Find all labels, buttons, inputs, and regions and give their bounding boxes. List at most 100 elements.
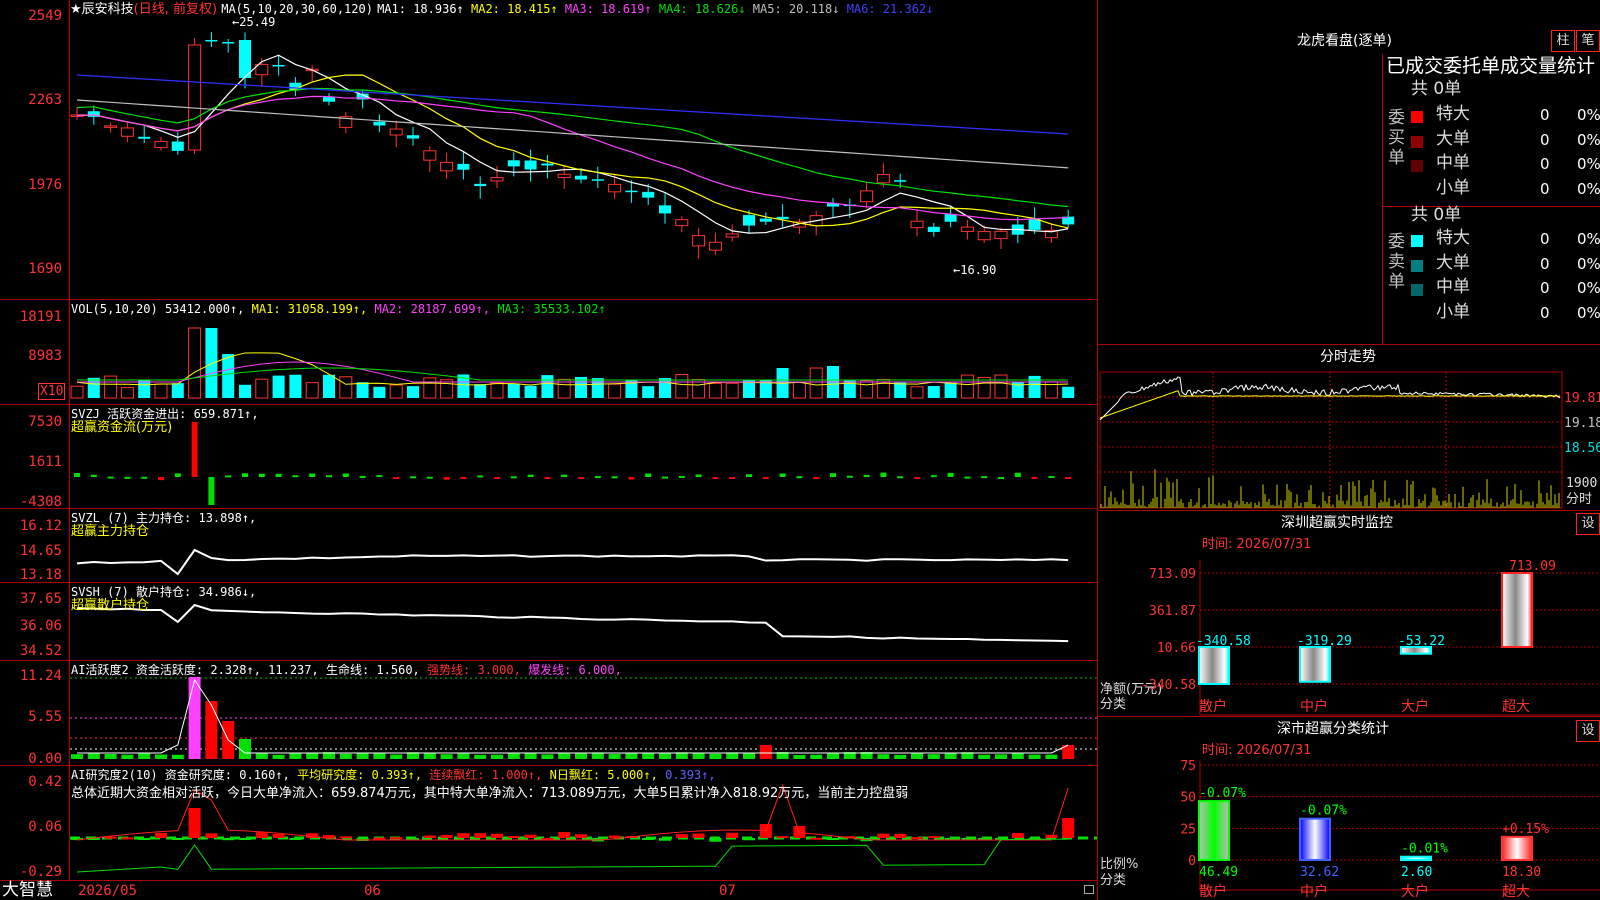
order-count: 0 [1540,179,1550,198]
buy-side-label: 委买单 [1388,108,1405,168]
order-size-swatch [1411,111,1423,123]
svzj-bar [964,476,971,479]
svzj-bar [729,477,736,479]
fenshi-axis-3: 18.56 [1564,441,1600,456]
volume-bar-down [524,385,537,398]
svzj-bar [393,477,400,480]
ai2-bar [524,834,537,838]
ai1-bar [171,754,184,759]
ai2-cont: 连续飘红: 1.000↑, [429,768,543,782]
svzj-bar [443,477,450,480]
volume-bar-down [138,380,151,398]
period-label[interactable]: (日线, 前复权) [134,2,217,17]
svzj-axis-2: 1611 [28,454,62,470]
tick-mode-button[interactable]: 笔 [1576,30,1600,52]
svzj-bar [477,475,484,478]
bar-mode-button[interactable]: 柱 [1551,30,1575,52]
volume-bar-up [255,378,269,399]
volume-bar-up [120,387,134,399]
classify-ylabel: 比例% [1100,857,1139,872]
vol-axis-2: 8983 [28,348,62,364]
volume-bar-down [659,378,671,398]
order-count: 0 [1540,130,1550,149]
svzj-bar [544,477,551,479]
ma1-line [76,54,1069,234]
order-size-swatch [1411,135,1423,148]
candle-down [642,191,655,198]
candle-up [389,128,403,136]
svzj-bar [998,476,1004,479]
svzj-bar [410,476,416,479]
chart-header: ★辰安科技(日线, 前复权) MA(5,10,20,30,60,120) MA1… [70,1,933,18]
ai2-bar [927,836,940,839]
buy-total: 共 0单 [1411,79,1462,99]
ai1-bar [138,752,151,759]
svzl-sub: 超赢主力持仓 [71,524,150,539]
volume-bar-down [944,382,957,398]
vol-unit-badge[interactable]: X10 [38,383,66,400]
volume-bar-down [591,378,604,398]
lock-icon[interactable] [1084,885,1094,894]
ai2-last: 0.393↑, [665,768,716,782]
candle-down [323,96,335,102]
ai2-prefix: AI研究度2(10) 资金研究度: 0.160↑, [71,768,290,782]
svzj-bar [880,472,887,477]
monitor-xlabel: 分类 [1100,697,1127,712]
order-size-swatch [1411,259,1423,272]
ai2-bar [1045,834,1058,838]
svzj-bar [376,475,383,478]
volume-bar-down [407,386,419,398]
ai2-bar [675,834,688,838]
stock-name[interactable]: ★辰安科技 [70,2,134,17]
candle-down [138,136,151,139]
svzj-bar [510,476,517,479]
ma4-line [76,87,1069,208]
classify-settings-button[interactable]: 设 [1576,720,1600,742]
ai2-bar [121,837,134,840]
candle-up [188,44,202,151]
svzj-bar [74,473,80,477]
svzj-bar [460,477,467,479]
svzj-bars [74,422,1072,505]
ma2-line [76,74,1069,229]
svzj-bar [981,476,988,479]
ai1-bar [390,754,403,759]
ai2-bar [222,838,235,841]
candle-down [743,215,755,226]
ai2-bar [575,834,587,838]
brand-label: 大智慧 [2,880,53,900]
svzj-bar [830,473,836,477]
ai1-bar [625,753,638,759]
vol-ma2: MA2: 28187.699↑, [374,302,491,316]
ai2-bar [507,835,520,838]
ai2-bar [1062,818,1075,838]
stock-chart-canvas[interactable] [0,0,1098,880]
volume-bar-up [490,382,504,399]
monitor-settings-button[interactable]: 设 [1576,513,1600,535]
order-count: 0 [1540,303,1550,322]
vol-ma1: MA1: 31058.199↑, [251,302,368,316]
ai2-bar [440,834,453,838]
svzj-bar [1065,477,1072,479]
svzj-axis-3: -4308 [19,494,62,510]
volume-bar-down [289,374,302,398]
ai2-bar [709,838,722,842]
volume-bar-up [994,374,1008,399]
svzj-bar [359,475,366,478]
ai1-bar [507,753,520,759]
svzj-bar [678,475,685,478]
candle-up [608,183,622,193]
candle-up [725,233,739,238]
ai2-bar [642,838,655,840]
volume-bar-up [725,382,739,399]
candle-up [910,220,924,229]
volume-bar-up [809,367,823,399]
volume-bar-up [339,376,353,399]
ai2-bar [272,834,285,838]
ai2-bar [457,833,470,838]
classify-xlabel: 分类 [1100,873,1127,888]
svzj-bar [578,477,584,479]
candle-down [625,190,638,193]
vol-header: VOL(5,10,20) 53412.000↑, MA1: 31058.199↑… [71,301,606,317]
ai2-bar [239,838,251,840]
